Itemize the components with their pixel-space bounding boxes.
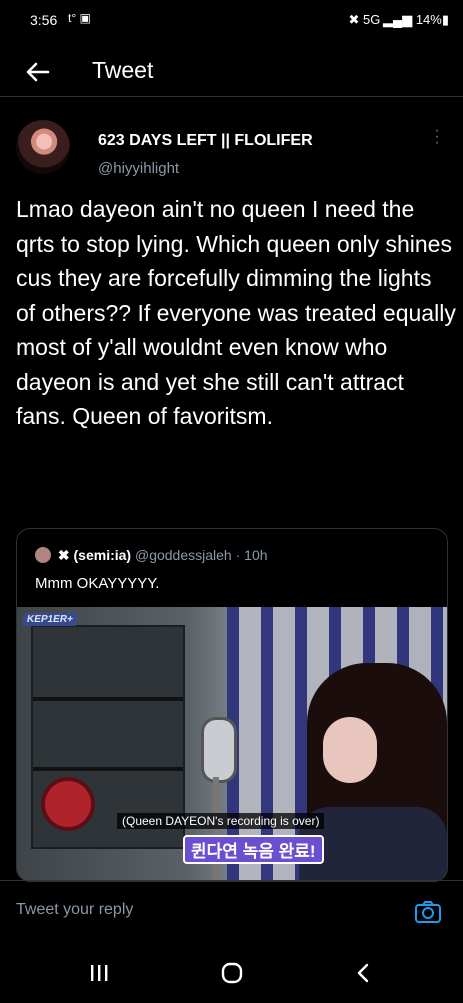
subtitle-english: (Queen DAYEON's recording is over): [117, 813, 325, 829]
arrow-left-icon: [26, 62, 50, 82]
quoted-media-image[interactable]: KEP1ER+ (Queen DAYEON's recording is ove…: [17, 607, 447, 881]
notification-icons: t° ▣: [68, 11, 91, 25]
person-face: [323, 717, 377, 783]
subtitle-korean: 퀸다연 녹음 완료!: [183, 835, 324, 864]
mic-stand: [213, 777, 219, 881]
recents-icon: [91, 965, 108, 981]
quoted-tweet[interactable]: ✖ (semi:ia) @goddessjaleh · 10h Mmm OKAY…: [16, 528, 448, 882]
back-button[interactable]: [22, 56, 54, 88]
author-handle[interactable]: @hiyyihlight: [98, 160, 179, 177]
page-title: Tweet: [92, 57, 154, 83]
reply-input[interactable]: [16, 901, 376, 919]
quoted-avatar: [35, 547, 51, 563]
back-icon: [357, 963, 369, 983]
camera-button[interactable]: [414, 899, 442, 925]
camera-icon: [415, 901, 441, 923]
quoted-tweet-text: Mmm OKAYYYYY.: [35, 575, 160, 592]
quoted-tweet-header: ✖ (semi:ia) @goddessjaleh · 10h: [35, 547, 268, 564]
show-logo-badge: KEP1ER+: [21, 613, 79, 626]
home-icon: [221, 962, 243, 984]
quoted-author-name: ✖ (semi:ia): [57, 547, 132, 563]
app-bar: Tweet: [0, 48, 463, 97]
system-back-button[interactable]: [348, 960, 378, 986]
status-time: 3:56: [30, 12, 58, 28]
red-lamp: [41, 777, 95, 831]
quoted-author-handle: @goddessjaleh: [134, 547, 232, 563]
quoted-tweet-time: · 10h: [235, 547, 268, 563]
system-nav-bar: [0, 942, 463, 1003]
status-bar: 3:56 t° ▣ ✖ 5G ▂▄▆ 14%▮: [0, 0, 463, 40]
home-button[interactable]: [217, 960, 247, 986]
more-options-icon[interactable]: · · ·: [433, 123, 441, 151]
reply-bar: [0, 880, 463, 943]
avatar[interactable]: [16, 120, 70, 174]
recents-button[interactable]: [84, 960, 114, 986]
author-name[interactable]: 623 DAYS LEFT || FLOLIFER: [98, 132, 313, 150]
tweet-text: Lmao dayeon ain't no queen I need the qr…: [16, 196, 456, 429]
microphone-icon: [201, 717, 237, 783]
status-indicators: ✖ 5G ▂▄▆ 14%▮: [348, 12, 449, 27]
